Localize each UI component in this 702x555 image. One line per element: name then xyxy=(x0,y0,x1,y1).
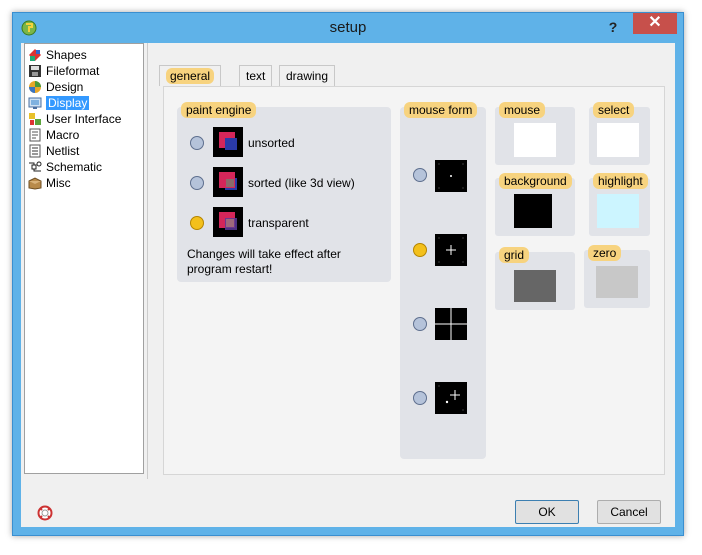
display-icon xyxy=(28,97,42,109)
title-bar[interactable]: setup ? ✕ xyxy=(13,13,683,43)
misc-icon xyxy=(28,177,42,190)
mouse-form-dot-radio[interactable] xyxy=(413,168,427,182)
background-color-group: background xyxy=(495,173,575,236)
netlist-icon xyxy=(29,144,41,158)
shapes-icon xyxy=(29,48,41,61)
mouse-form-group: mouse form xyxy=(400,102,486,459)
cross-sparkle-cursor-icon xyxy=(435,382,467,414)
paint-engine-unsorted-label: unsorted xyxy=(248,136,295,150)
close-button[interactable]: ✕ xyxy=(633,13,677,34)
tree-item-macro[interactable]: Macro xyxy=(28,126,79,142)
tree-item-schematic[interactable]: Schematic xyxy=(28,158,102,174)
design-icon xyxy=(29,80,41,93)
tree-item-fileformat[interactable]: Fileformat xyxy=(28,62,99,78)
select-color-group: select xyxy=(589,102,650,165)
paint-engine-transparent-radio[interactable] xyxy=(190,216,204,230)
tree-item-misc[interactable]: Misc xyxy=(28,174,71,190)
mouse-form-sparkle-radio[interactable] xyxy=(413,391,427,405)
grid-color-label: grid xyxy=(499,247,530,263)
tree-item-display[interactable]: Display xyxy=(28,94,90,110)
tree-item-user-interface[interactable]: User Interface xyxy=(28,110,121,126)
select-color-swatch[interactable] xyxy=(597,123,639,157)
dot-cursor-icon xyxy=(435,160,467,192)
window-title: setup xyxy=(329,19,367,36)
highlight-color-label: highlight xyxy=(593,173,648,189)
background-color-label: background xyxy=(499,173,572,189)
paint-engine-sorted-label: sorted (like 3d view) xyxy=(248,176,355,190)
mouse-color-swatch[interactable] xyxy=(514,123,556,157)
zero-color-swatch[interactable] xyxy=(596,266,638,298)
zero-color-label: zero xyxy=(588,245,622,261)
category-tree[interactable]: Shapes Fileformat Design Display User In… xyxy=(24,43,144,474)
paint-engine-sorted-radio[interactable] xyxy=(190,176,204,190)
tree-item-design[interactable]: Design xyxy=(28,78,83,94)
restart-note: Changes will take effect after program r… xyxy=(187,247,341,276)
mouse-form-title: mouse form xyxy=(404,102,478,118)
paint-engine-group: paint engine unsorted sorted (like 3d vi… xyxy=(177,102,391,282)
grid-color-group: grid xyxy=(495,247,575,310)
user-interface-icon xyxy=(29,112,41,125)
mouse-color-group: mouse xyxy=(495,102,575,165)
dialog-client-area: Shapes Fileformat Design Display User In… xyxy=(21,43,675,527)
mouse-color-label: mouse xyxy=(499,102,546,118)
select-color-label: select xyxy=(593,102,635,118)
mouse-form-full-cross-radio[interactable] xyxy=(413,317,427,331)
paint-engine-title: paint engine xyxy=(181,102,257,118)
unsorted-preview-icon xyxy=(213,127,243,157)
grid-color-swatch[interactable] xyxy=(514,270,556,302)
paint-engine-unsorted-radio[interactable] xyxy=(190,136,204,150)
background-color-swatch[interactable] xyxy=(514,194,552,228)
lifebuoy-help-icon[interactable] xyxy=(37,505,53,521)
zero-color-group: zero xyxy=(584,245,650,308)
fileformat-icon xyxy=(29,64,41,77)
setup-window: setup ? ✕ Shapes Fileformat Design Displ… xyxy=(12,12,684,536)
tab-drawing[interactable]: drawing xyxy=(279,65,336,86)
cancel-button[interactable]: Cancel xyxy=(597,500,661,524)
sorted-preview-icon xyxy=(213,167,243,197)
general-tab-panel: paint engine unsorted sorted (like 3d vi… xyxy=(163,86,665,475)
mouse-form-small-cross-radio[interactable] xyxy=(413,243,427,257)
full-cross-cursor-icon xyxy=(435,308,467,340)
help-button[interactable]: ? xyxy=(604,17,622,37)
splitter[interactable] xyxy=(147,43,152,479)
macro-icon xyxy=(29,128,41,142)
schematic-icon xyxy=(29,161,42,172)
paint-engine-transparent-label: transparent xyxy=(248,216,309,230)
tab-text[interactable]: text xyxy=(239,65,273,86)
tree-item-netlist[interactable]: Netlist xyxy=(28,142,79,158)
transparent-preview-icon xyxy=(213,207,243,237)
highlight-color-swatch[interactable] xyxy=(597,194,639,228)
small-cross-cursor-icon xyxy=(435,234,467,266)
highlight-color-group: highlight xyxy=(589,173,650,236)
ok-button[interactable]: OK xyxy=(515,500,579,524)
tree-item-shapes[interactable]: Shapes xyxy=(28,46,87,62)
tab-general[interactable]: general xyxy=(159,65,222,86)
